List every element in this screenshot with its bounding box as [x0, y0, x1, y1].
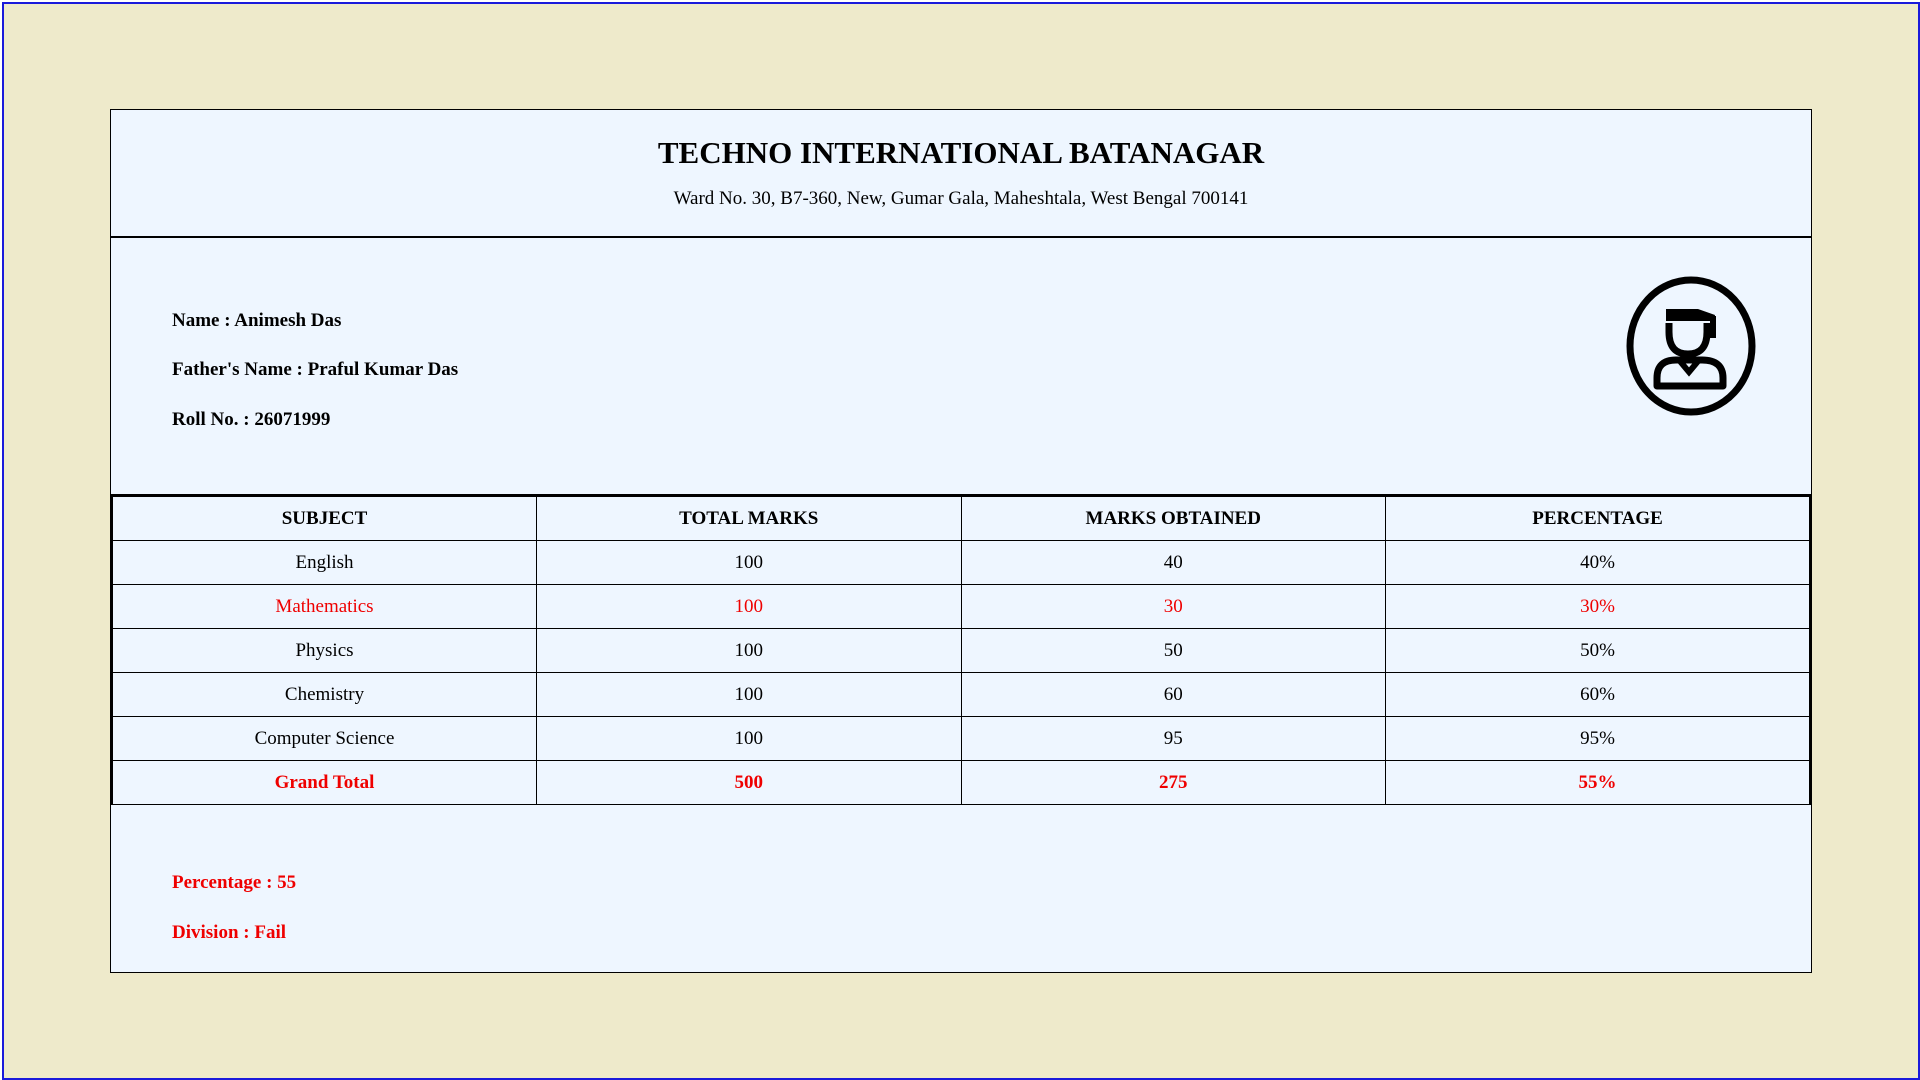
percentage-cell: 40% [1385, 540, 1811, 585]
column-header-marks-obtained: MARKS OBTAINED [960, 494, 1386, 541]
subject-cell: Physics [111, 628, 537, 673]
overall-percentage: Percentage : 55 [172, 872, 297, 893]
school-name: TECHNO INTERNATIONAL BATANAGAR [657, 135, 1265, 170]
percentage-cell: 30% [1385, 584, 1811, 629]
student-graduate-icon [1626, 276, 1756, 416]
percentage-cell: 95% [1385, 716, 1811, 761]
grand-total-marks: 500 [536, 760, 962, 805]
division-result: Division : Fail [172, 922, 287, 943]
column-header-subject: SUBJECT [111, 494, 537, 541]
page-background: TECHNO INTERNATIONAL BATANAGAR Ward No. … [2, 2, 1920, 1080]
total-marks-cell: 100 [536, 716, 962, 761]
subject-cell: Computer Science [111, 716, 537, 761]
table-row: Computer Science 100 95 95% [111, 716, 1811, 761]
column-header-total-marks: TOTAL MARKS [536, 494, 962, 541]
father-name: Father's Name : Praful Kumar Das [172, 359, 459, 380]
table-row: Mathematics 100 30 30% [111, 584, 1811, 629]
table-header-row: SUBJECT TOTAL MARKS MARKS OBTAINED PERCE… [111, 494, 1811, 541]
marks-obtained-cell: 60 [960, 672, 1386, 717]
percentage-cell: 60% [1385, 672, 1811, 717]
marksheet-card: TECHNO INTERNATIONAL BATANAGAR Ward No. … [110, 109, 1812, 973]
total-marks-cell: 100 [536, 628, 962, 673]
column-header-percentage: PERCENTAGE [1385, 494, 1811, 541]
marks-obtained-cell: 30 [960, 584, 1386, 629]
roll-number: Roll No. : 26071999 [172, 409, 331, 430]
marksheet-header: TECHNO INTERNATIONAL BATANAGAR Ward No. … [111, 110, 1811, 238]
marks-table: SUBJECT TOTAL MARKS MARKS OBTAINED PERCE… [111, 494, 1811, 805]
total-marks-cell: 100 [536, 540, 962, 585]
marks-obtained-cell: 40 [960, 540, 1386, 585]
grand-total-label: Grand Total [111, 760, 537, 805]
student-details: Name : Animesh Das Father's Name : Prafu… [111, 238, 1811, 494]
subject-cell: Mathematics [111, 584, 537, 629]
table-row: Chemistry 100 60 60% [111, 672, 1811, 717]
marks-obtained-cell: 50 [960, 628, 1386, 673]
total-marks-cell: 100 [536, 672, 962, 717]
grand-total-row: Grand Total 500 275 55% [111, 760, 1811, 805]
total-marks-cell: 100 [536, 584, 962, 629]
student-name: Name : Animesh Das [172, 310, 342, 331]
grand-total-percentage: 55% [1385, 760, 1811, 805]
percentage-cell: 50% [1385, 628, 1811, 673]
school-address: Ward No. 30, B7-360, New, Gumar Gala, Ma… [673, 188, 1249, 209]
subject-cell: English [111, 540, 537, 585]
table-row: Physics 100 50 50% [111, 628, 1811, 673]
table-row: English 100 40 40% [111, 540, 1811, 585]
grand-total-obtained: 275 [960, 760, 1386, 805]
subject-cell: Chemistry [111, 672, 537, 717]
marks-obtained-cell: 95 [960, 716, 1386, 761]
